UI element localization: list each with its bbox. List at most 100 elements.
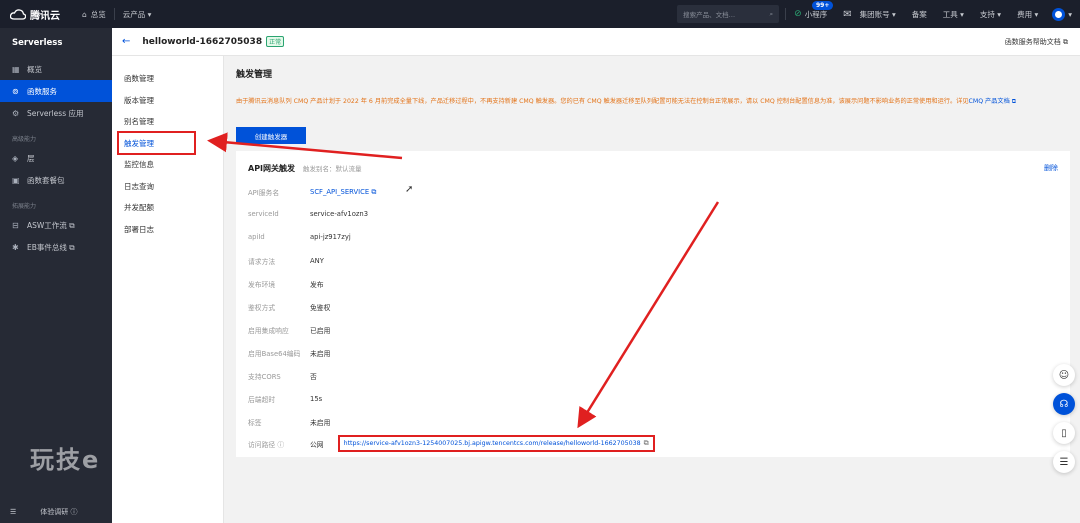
nav-highlight-box xyxy=(117,131,196,155)
list-icon[interactable]: ☰ xyxy=(1053,451,1075,473)
filing-link[interactable]: 备案 xyxy=(904,0,935,28)
tab-alias-management[interactable]: 别名管理 xyxy=(112,111,223,133)
search-input[interactable]: 搜索产品、文档… ⌕ xyxy=(677,5,780,23)
sidebar-item-overview[interactable]: ▦ 概览 xyxy=(0,58,112,80)
sidebar-item-serverless-app[interactable]: ⚙ Serverless 应用 xyxy=(0,102,112,124)
tools-menu[interactable]: 工具 ▾ xyxy=(935,0,972,28)
detail-value: service-afv1ozn3 xyxy=(310,210,369,218)
detail-key: API服务名 xyxy=(248,189,280,197)
search-placeholder: 搜索产品、文档… xyxy=(683,11,736,19)
detail-row-base64: 启用Base64编码 未启用 xyxy=(248,348,330,358)
function-nav: 函数管理 版本管理 别名管理 触发管理 监控信息 日志查询 并发配额 部署日志 xyxy=(112,56,224,523)
function-icon: ⊚ xyxy=(12,86,19,96)
detail-row-cors: 支持CORS 否 xyxy=(248,371,317,381)
detail-row-method: 请求方法 ANY xyxy=(248,256,324,266)
detail-row-integration: 启用集成响应 已启用 xyxy=(248,325,330,335)
sidebar-item-label: Serverless 应用 xyxy=(27,108,84,118)
support-menu[interactable]: 支持 ▾ xyxy=(972,0,1009,28)
detail-row-tags: 标签 未启用 xyxy=(248,417,330,427)
detail-value: 公网 xyxy=(310,440,324,449)
left-sidebar: Serverless ▦ 概览 ⊚ 函数服务 ⚙ Serverless 应用 高级能力… xyxy=(0,28,112,523)
detail-key: serviceId xyxy=(248,210,279,218)
detail-value: 未启用 xyxy=(310,350,331,358)
cloud-icon xyxy=(10,8,26,20)
sidebar-item-eventbus[interactable]: ✱ EB事件总线 ⧉ xyxy=(0,236,112,258)
create-trigger-button[interactable]: 创建触发器 xyxy=(236,127,306,144)
sidebar-item-asw[interactable]: ⊟ ASW工作流 ⧉ xyxy=(0,214,112,236)
sidebar-item-label: EB事件总线 ⧉ xyxy=(27,242,75,252)
tab-monitoring[interactable]: 监控信息 xyxy=(112,154,223,176)
detail-value: 否 xyxy=(310,373,317,381)
back-arrow-icon[interactable]: ← xyxy=(122,36,130,47)
detail-row-service-id: serviceId service-afv1ozn3 xyxy=(248,210,368,218)
detail-row-env: 发布环境 发布 xyxy=(248,279,324,289)
collapse-icon[interactable]: ☰ xyxy=(10,508,16,516)
home-icon: ⌂ xyxy=(82,9,87,19)
home-link[interactable]: ⌂ 总览 xyxy=(74,0,114,28)
sidebar-item-functions[interactable]: ⊚ 函数服务 xyxy=(0,80,112,102)
miniapp-icon: ⊘ xyxy=(794,9,802,19)
brand-name: 腾讯云 xyxy=(30,10,60,22)
cmq-doc-link[interactable]: CMQ 产品文档 ⧉ xyxy=(969,98,1017,105)
function-name: helloworld-1662705038 xyxy=(142,36,263,47)
sidebar-item-label: 函数服务 xyxy=(27,86,57,96)
detail-value: api-jz917zyj xyxy=(310,233,351,241)
sidebar-item-label: 函数套餐包 xyxy=(27,175,65,185)
api-service-link[interactable]: SCF_API_SERVICE ⧉ xyxy=(310,188,376,197)
chevron-down-icon[interactable]: ▾ xyxy=(1065,0,1080,28)
notice-text: 由于腾讯云消息队列 CMQ 产品计划于 2022 年 6 月前完成全量下线，产品… xyxy=(236,98,969,105)
page-title: 触发管理 xyxy=(236,70,273,80)
detail-key: 鉴权方式 xyxy=(248,304,276,312)
sidebar-item-label: ASW工作流 ⧉ xyxy=(27,220,75,230)
account-menu[interactable]: 集团账号 ▾ xyxy=(860,0,904,28)
detail-value: 免鉴权 xyxy=(310,304,331,312)
watermark-text: 玩技e xyxy=(30,446,101,474)
detail-key: 访问路径 ⓘ xyxy=(248,440,285,449)
help-doc-link[interactable]: 函数服务帮助文档 ⧉ xyxy=(1005,37,1068,47)
detail-row-api-service: API服务名 SCF_API_SERVICE ⧉ xyxy=(248,187,376,198)
detail-row-timeout: 后端超时 15s xyxy=(248,394,322,404)
access-url-link[interactable]: https://service-afv1ozn3-1254007025.bj.a… xyxy=(344,440,641,447)
section-label-advanced: 高级能力 xyxy=(12,136,37,143)
top-navigation-bar: 腾讯云 ⌂ 总览 云产品 ▾ 搜索产品、文档… ⌕ ⊘ 小程序 ✉ 集团账号 ▾ 备… xyxy=(0,0,1080,28)
survey-bar[interactable]: ☰ 体验调研 ⓘ xyxy=(0,501,112,523)
messages-button[interactable]: ✉ xyxy=(835,0,859,28)
gear-icon: ⚙ xyxy=(12,108,20,118)
detail-value: ANY xyxy=(310,257,324,265)
copy-icon[interactable]: ⧉ xyxy=(644,439,649,448)
status-badge: 正常 xyxy=(266,36,285,47)
smile-feedback-icon[interactable]: ☺ xyxy=(1053,364,1075,386)
workflow-icon: ⊟ xyxy=(12,220,19,230)
detail-value: 15s xyxy=(310,395,323,403)
function-header: ← helloworld-1662705038 正常 函数服务帮助文档 ⧉ xyxy=(112,28,1080,56)
tab-version-management[interactable]: 版本管理 xyxy=(112,90,223,112)
detail-key: 标签 xyxy=(248,419,262,427)
detail-row-auth: 鉴权方式 免鉴权 xyxy=(248,302,330,312)
tab-log-query[interactable]: 日志查询 xyxy=(112,176,223,198)
tab-function-management[interactable]: 函数管理 xyxy=(112,68,223,90)
tencent-cloud-logo[interactable]: 腾讯云 xyxy=(0,7,74,22)
customer-service-icon[interactable]: ☊ xyxy=(1053,393,1075,415)
miniapp-label: 小程序 xyxy=(804,9,828,19)
products-menu[interactable]: 云产品 ▾ xyxy=(115,0,160,28)
book-icon[interactable]: ▯ xyxy=(1053,422,1075,444)
trigger-card: API网关触发 触发别名：默认流量 删除 API服务名 SCF_API_SERVI… xyxy=(236,151,1070,457)
layers-icon: ◈ xyxy=(12,153,19,163)
grid-icon: ▦ xyxy=(12,64,20,74)
sidebar-title: Serverless xyxy=(12,38,63,48)
detail-row-api-id: apiId api-jz917zyj xyxy=(248,233,351,241)
eventbus-icon: ✱ xyxy=(12,242,19,252)
survey-label: 体验调研 ⓘ xyxy=(40,508,78,516)
trigger-type-title: API网关触发 xyxy=(248,164,296,173)
sidebar-item-layers[interactable]: ◈ 层 xyxy=(0,147,112,169)
detail-row-access-path: 访问路径 ⓘ 公网 https://service-afv1ozn3-12540… xyxy=(248,435,655,452)
sidebar-item-package[interactable]: ▣ 函数套餐包 xyxy=(0,169,112,191)
messages-badge: 99+ xyxy=(812,1,834,10)
detail-key: 支持CORS xyxy=(248,373,281,381)
tab-deploy-log[interactable]: 部署日志 xyxy=(112,219,223,241)
cost-menu[interactable]: 费用 ▾ xyxy=(1009,0,1046,28)
tab-concurrency-quota[interactable]: 并发配额 xyxy=(112,197,223,219)
delete-trigger-link[interactable]: 删除 xyxy=(1044,163,1058,173)
search-icon: ⌕ xyxy=(769,9,774,18)
user-avatar[interactable] xyxy=(1052,7,1066,21)
